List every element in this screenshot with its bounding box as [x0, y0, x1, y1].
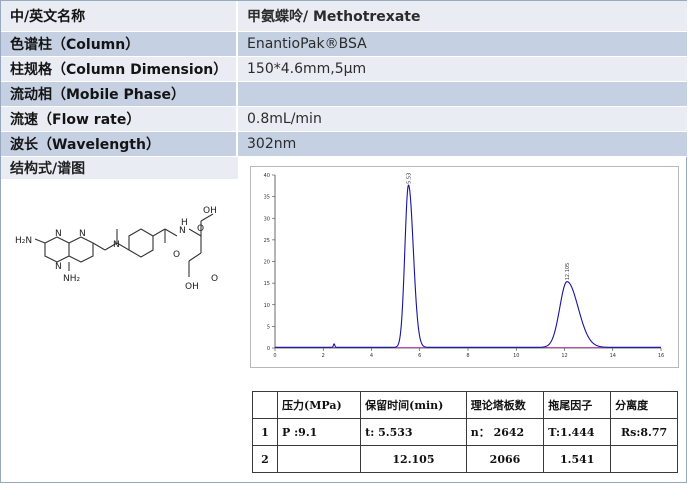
results-header-cell — [252, 391, 278, 419]
results-table: 压力(MPa) 保留时间(min) 理论塔板数 拖尾因子 分离度 1 P :9.… — [252, 391, 678, 473]
flow-rate-label: 流速（Flow rate） — [1, 107, 238, 131]
results-header-row: 压力(MPa) 保留时间(min) 理论塔板数 拖尾因子 分离度 — [252, 391, 678, 419]
molecule-label: N — [55, 229, 62, 239]
results-cell: t: 5.533 — [360, 418, 467, 446]
results-header-cell: 压力(MPa) — [276, 391, 362, 419]
x-tick-label: 8 — [466, 353, 469, 359]
y-tick-label: 10 — [264, 303, 270, 309]
structure-diagram: OH O N H H₂N N N N N NH₂ O OH O — [15, 206, 218, 292]
results-cell: 1.541 — [543, 445, 612, 473]
x-tick-label: 12 — [561, 353, 567, 359]
x-tick-label: 14 — [610, 353, 616, 359]
y-tick-label: 5 — [267, 324, 270, 330]
chromatogram-chart: 0 5 10 15 20 25 30 35 40 0 2 4 6 8 10 12 14 16 5.53 12.105 — [264, 173, 665, 359]
molecule-label: N — [113, 240, 120, 250]
header-label: 中/英文名称 — [1, 1, 238, 31]
mobile-phase-label: 流动相（Mobile Phase） — [1, 82, 238, 106]
results-cell — [276, 445, 362, 473]
row-flow-rate: 流速（Flow rate） 0.8mL/min — [1, 107, 687, 132]
mobile-phase-value — [238, 82, 687, 106]
flow-rate-value: 0.8mL/min — [238, 107, 687, 131]
molecule-label: N — [79, 229, 86, 239]
y-tick-label: 25 — [264, 238, 270, 244]
results-cell: T:1.444 — [543, 418, 612, 446]
molecule-label: N — [55, 262, 62, 272]
y-tick-label: 0 — [267, 346, 270, 352]
results-cell: Rs:8.77 — [610, 418, 678, 446]
results-cell: n： 2642 — [465, 418, 545, 446]
results-cell: 2 — [252, 445, 278, 473]
molecule-label: O — [197, 224, 204, 234]
signal-line — [275, 184, 661, 348]
row-column: 色谱柱（Column） EnantioPak®BSA — [1, 32, 687, 57]
structure-label: 结构式/谱图 — [1, 157, 238, 179]
results-header-cell: 分离度 — [610, 391, 678, 419]
x-tick-label: 16 — [658, 353, 664, 359]
results-cell: P :9.1 — [276, 418, 362, 446]
molecule-label: O — [211, 274, 218, 284]
header-row: 中/英文名称 甲氨蝶呤/ Methotrexate — [1, 1, 687, 32]
row-mobile-phase: 流动相（Mobile Phase） — [1, 82, 687, 107]
y-tick-label: 30 — [264, 216, 270, 222]
header-value: 甲氨蝶呤/ Methotrexate — [238, 1, 687, 31]
column-value: EnantioPak®BSA — [238, 32, 687, 56]
dimension-label: 柱规格（Column Dimension） — [1, 57, 238, 81]
results-cell: 1 — [252, 418, 278, 446]
x-tick-label: 0 — [273, 353, 276, 359]
molecule-label: H — [181, 218, 188, 228]
results-row: 2 12.105 2066 1.541 — [252, 445, 678, 473]
molecule-label: NH₂ — [63, 274, 81, 284]
chromatogram-frame: 0 5 10 15 20 25 30 35 40 0 2 4 6 8 10 12 14 16 5.53 12.105 — [250, 166, 679, 368]
peak-label: 12.105 — [565, 263, 571, 281]
molecule-label: OH — [203, 206, 217, 216]
results-header-cell: 理论塔板数 — [465, 391, 545, 419]
results-cell: 2066 — [465, 445, 545, 473]
results-cell: 12.105 — [360, 445, 467, 473]
dimension-value: 150*4.6mm,5μm — [238, 57, 687, 81]
molecule-label: H₂N — [15, 236, 32, 246]
molecule-label: O — [173, 250, 180, 260]
y-tick-label: 40 — [264, 173, 270, 179]
results-cell — [610, 445, 678, 473]
wavelength-value: 302nm — [238, 132, 687, 156]
results-row: 1 P :9.1 t: 5.533 n： 2642 T:1.444 Rs:8.7… — [252, 418, 678, 446]
wavelength-label: 波长（Wavelength） — [1, 132, 238, 156]
column-label: 色谱柱（Column） — [1, 32, 238, 56]
info-sheet: 中/英文名称 甲氨蝶呤/ Methotrexate 色谱柱（Column） En… — [0, 0, 687, 483]
results-header-cell: 拖尾因子 — [543, 391, 612, 419]
y-tick-label: 15 — [264, 281, 270, 287]
y-tick-label: 20 — [264, 260, 270, 266]
x-tick-label: 4 — [370, 353, 373, 359]
molecule-label: OH — [185, 282, 199, 292]
x-tick-label: 2 — [322, 353, 325, 359]
x-tick-label: 6 — [418, 353, 421, 359]
peak-label: 5.53 — [406, 173, 412, 184]
results-header-cell: 保留时间(min) — [360, 391, 467, 419]
y-tick-label: 35 — [264, 195, 270, 201]
x-tick-label: 10 — [513, 353, 519, 359]
row-dimension: 柱规格（Column Dimension） 150*4.6mm,5μm — [1, 57, 687, 82]
row-wavelength: 波长（Wavelength） 302nm — [1, 132, 687, 157]
